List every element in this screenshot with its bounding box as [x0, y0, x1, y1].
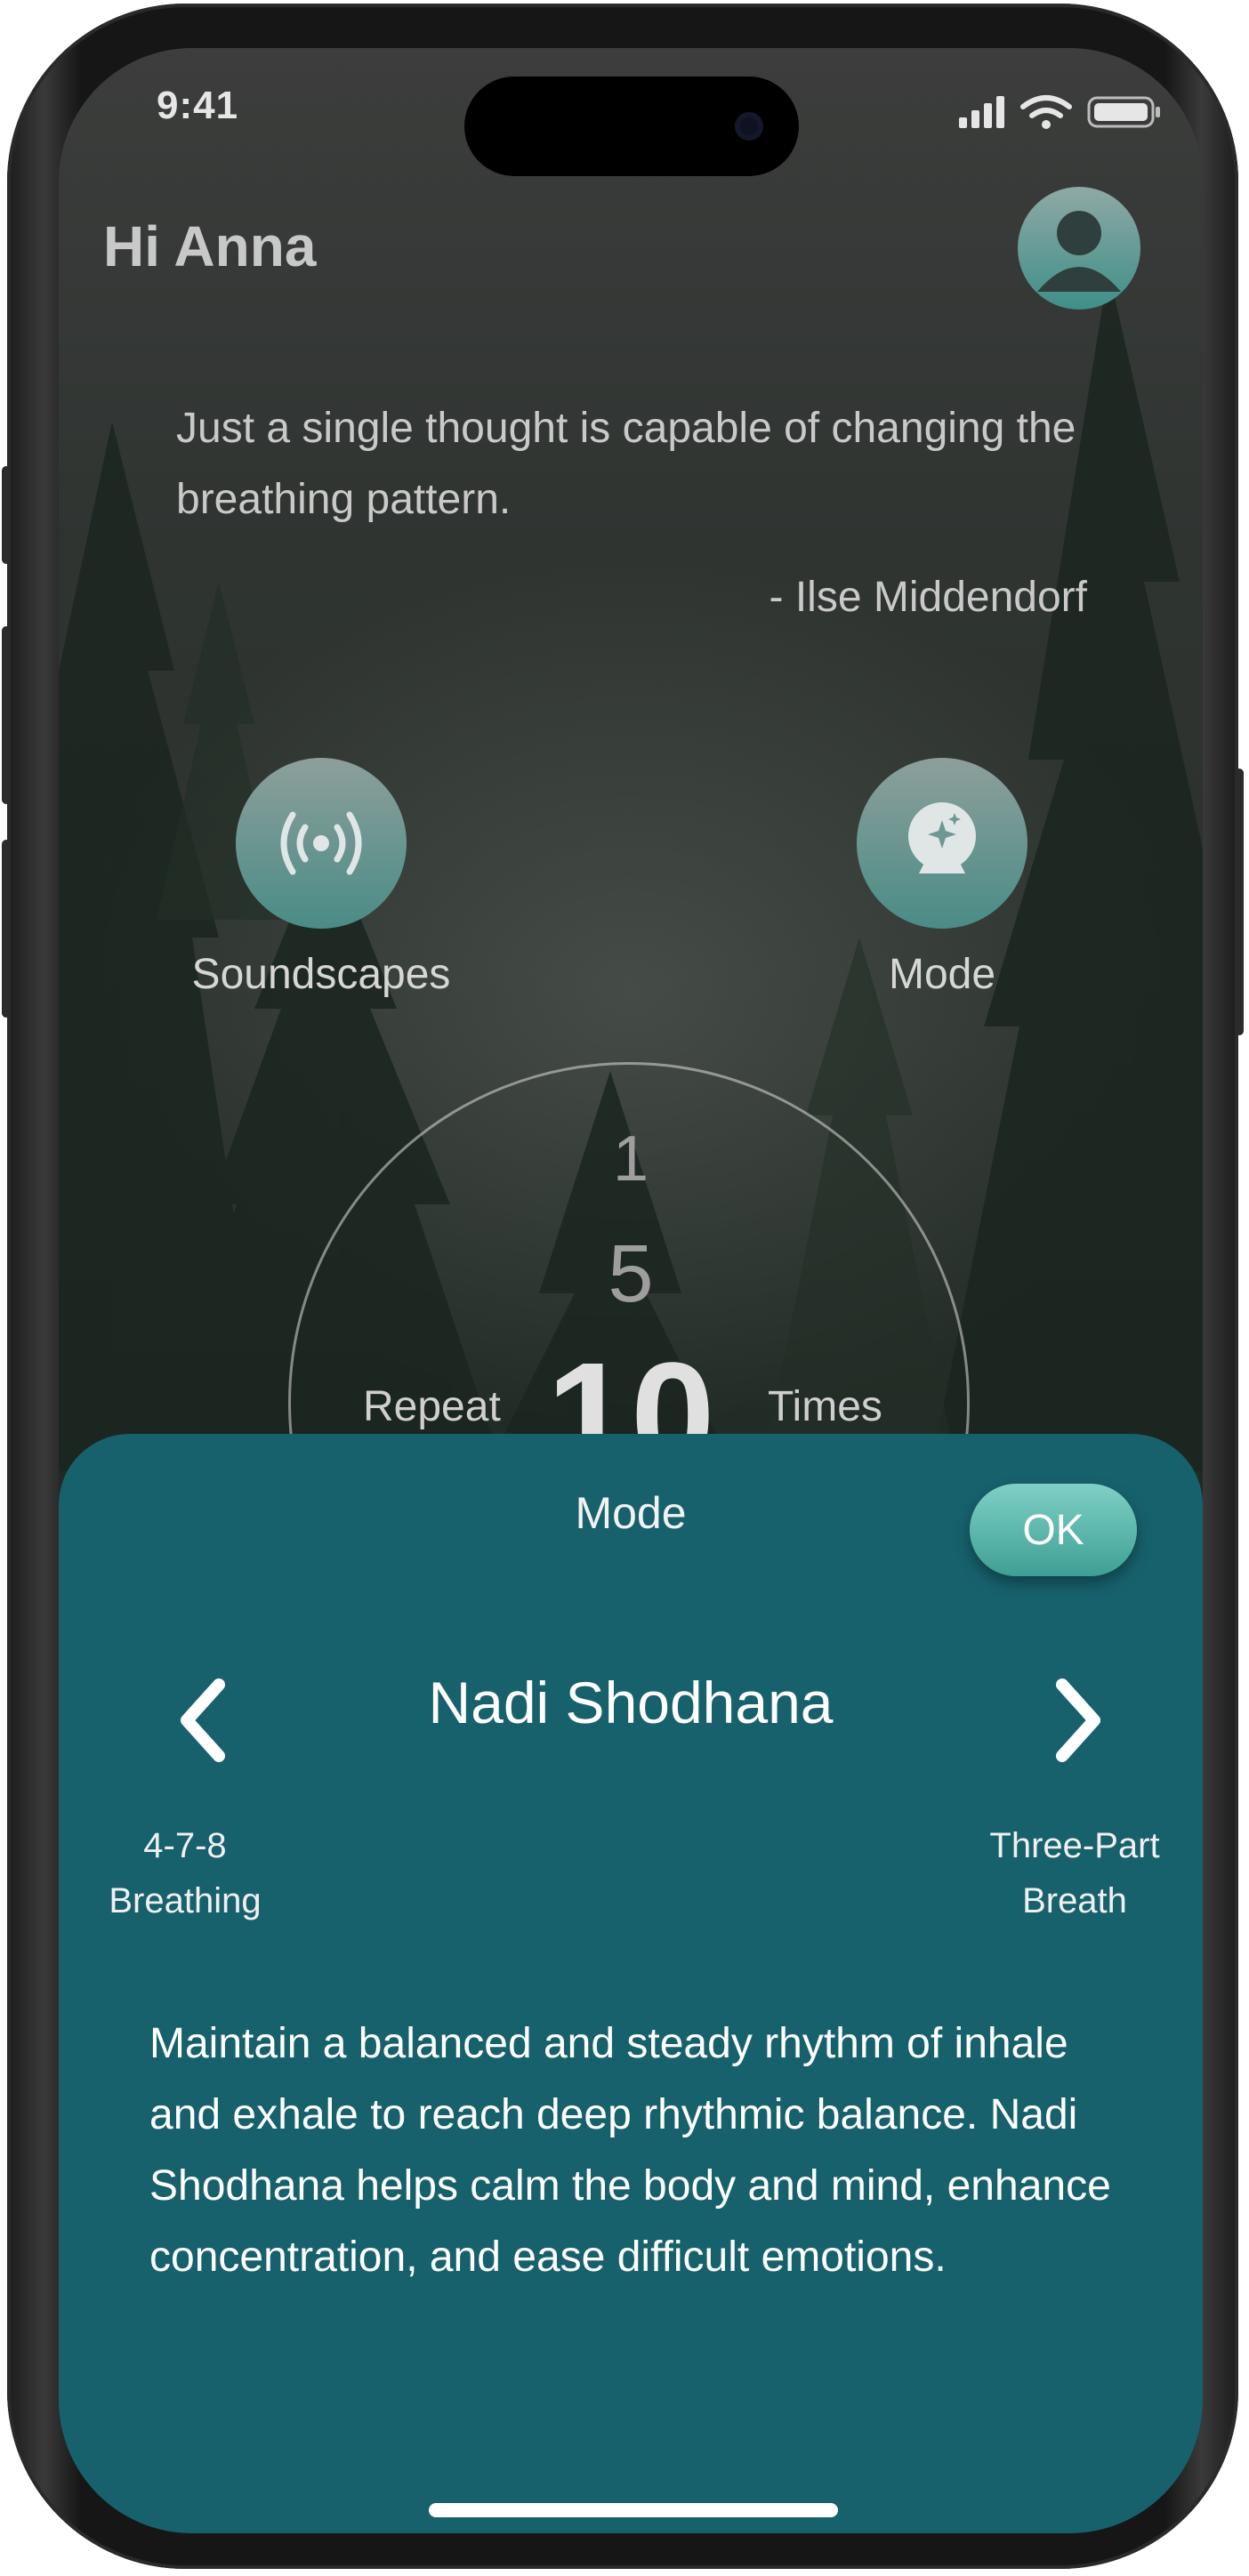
- battery-icon: [1087, 96, 1160, 128]
- power-button: [1235, 769, 1244, 1035]
- next-mode-label[interactable]: Three-Part Breath: [968, 1818, 1181, 1928]
- repeat-suffix-label: Times: [768, 1383, 882, 1430]
- status-icons: [959, 95, 1160, 129]
- status-time: 9:41: [157, 84, 239, 127]
- home-indicator[interactable]: [429, 2503, 838, 2517]
- crystal-ball-icon: [908, 802, 976, 873]
- person-icon: [1037, 211, 1121, 292]
- next-mode-line1: Three-Part: [989, 1826, 1160, 1865]
- mode-label: Mode: [888, 951, 996, 998]
- greeting-title: Hi Anna: [103, 214, 317, 278]
- camera-icon: [735, 112, 763, 141]
- ok-button[interactable]: OK: [970, 1484, 1137, 1576]
- quote-author: - Ilse Middendorf: [769, 574, 1088, 621]
- volume-up-button: [2, 626, 11, 804]
- signal-icon: [959, 96, 1004, 128]
- chevron-right-icon[interactable]: [1043, 1676, 1114, 1765]
- screen: 9:41 Hi Anna Just a single thought is ca…: [59, 48, 1203, 2533]
- soundscapes-button[interactable]: [236, 758, 407, 929]
- mode-sheet: Mode OK Nadi Shodhana 4-7-8 Breathing Th…: [59, 1434, 1203, 2533]
- repeat-option-1[interactable]: 1: [59, 1123, 1203, 1195]
- previous-mode-label[interactable]: 4-7-8 Breathing: [96, 1818, 274, 1928]
- phone-frame: 9:41 Hi Anna Just a single thought is ca…: [2, 4, 1244, 2569]
- soundscapes-label: Soundscapes: [191, 951, 451, 998]
- dynamic-island: [464, 76, 799, 176]
- profile-avatar-button[interactable]: [1018, 187, 1140, 310]
- repeat-option-5[interactable]: 5: [59, 1228, 1203, 1321]
- broadcast-icon: [280, 811, 362, 875]
- volume-down-button: [2, 840, 11, 1018]
- wifi-icon: [1020, 95, 1072, 118]
- action-button: [2, 466, 11, 564]
- previous-mode-line1: 4-7-8: [143, 1826, 227, 1865]
- repeat-prefix-label: Repeat: [363, 1383, 501, 1430]
- quote-text: Just a single thought is capable of chan…: [176, 405, 1076, 523]
- next-mode-line2: Breath: [1022, 1881, 1127, 1920]
- previous-mode-line2: Breathing: [109, 1881, 262, 1920]
- mode-button[interactable]: [857, 758, 1027, 929]
- current-mode-name: Nadi Shodhana: [428, 1670, 834, 1735]
- mode-description: Maintain a balanced and steady rhythm of…: [149, 2020, 1111, 2281]
